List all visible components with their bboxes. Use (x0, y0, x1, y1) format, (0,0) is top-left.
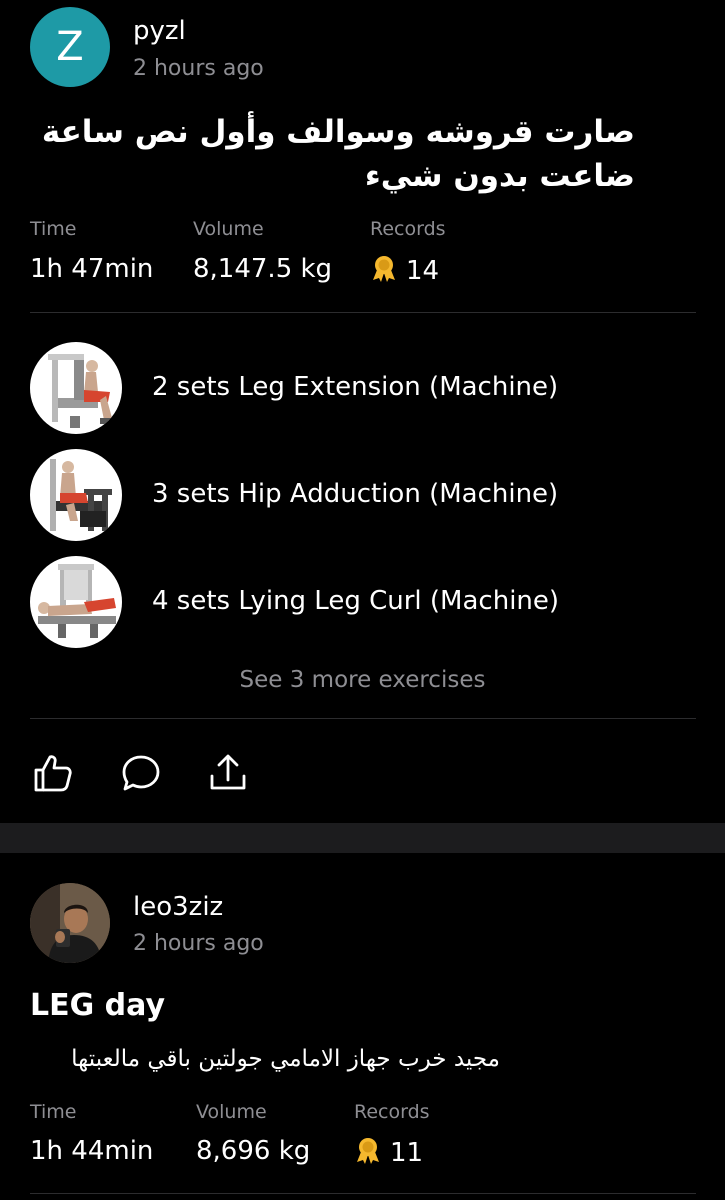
lying-leg-curl-machine-icon (30, 556, 122, 648)
comment-icon[interactable] (120, 752, 162, 794)
volume-value: 8,696 kg (196, 1136, 311, 1166)
exercise-row[interactable]: 4 sets Lying Leg Curl (Machine) (30, 556, 690, 650)
records-label: Records (370, 218, 446, 240)
records-count: 14 (406, 256, 440, 286)
time-value: 1h 44min (30, 1136, 154, 1166)
share-icon[interactable] (207, 752, 249, 794)
hip-adduction-machine-icon (30, 449, 122, 541)
divider (30, 1193, 696, 1194)
exercise-row[interactable]: 3 sets Hip Adduction (Machine) (30, 449, 690, 543)
medal-icon (357, 1138, 379, 1164)
post-title[interactable]: صارت قروشه وسوالف وأول نص ساعة ضاعت بدون… (30, 110, 635, 198)
workout-post: Z pyzl 2 hours ago صارت قروشه وسوالف وأو… (0, 0, 725, 823)
divider (30, 312, 696, 313)
divider (30, 718, 696, 719)
post-separator (0, 823, 725, 853)
records-value: 14 (370, 254, 439, 286)
user-avatar[interactable] (30, 883, 110, 963)
post-description: مجيد خرب جهاز الامامي جولتين باقي مالعبت… (71, 1046, 500, 1072)
workout-post: leo3ziz 2 hours ago LEG day مجيد خرب جها… (0, 853, 725, 1200)
volume-value: 8,147.5 kg (193, 254, 333, 284)
records-count: 11 (390, 1138, 424, 1168)
exercise-label: 2 sets Leg Extension (Machine) (152, 372, 559, 402)
username[interactable]: pyzl (133, 16, 186, 46)
post-time: 2 hours ago (133, 56, 264, 81)
time-label: Time (30, 1101, 77, 1123)
post-time: 2 hours ago (133, 931, 264, 956)
exercise-row[interactable]: 2 sets Leg Extension (Machine) (30, 342, 690, 436)
avatar-letter: Z (56, 24, 84, 70)
time-value: 1h 47min (30, 254, 154, 284)
exercise-label: 3 sets Hip Adduction (Machine) (152, 479, 559, 509)
post-title[interactable]: LEG day (30, 988, 165, 1023)
records-value: 11 (354, 1136, 423, 1168)
volume-label: Volume (196, 1101, 267, 1123)
volume-label: Volume (193, 218, 264, 240)
user-avatar[interactable]: Z (30, 7, 110, 87)
exercise-label: 4 sets Lying Leg Curl (Machine) (152, 586, 560, 616)
like-icon[interactable] (32, 752, 74, 794)
time-label: Time (30, 218, 77, 240)
leg-extension-machine-icon (30, 342, 122, 434)
username[interactable]: leo3ziz (133, 892, 223, 922)
records-label: Records (354, 1101, 430, 1123)
medal-icon (373, 256, 395, 282)
see-more-exercises-link[interactable]: See 3 more exercises (0, 667, 725, 693)
